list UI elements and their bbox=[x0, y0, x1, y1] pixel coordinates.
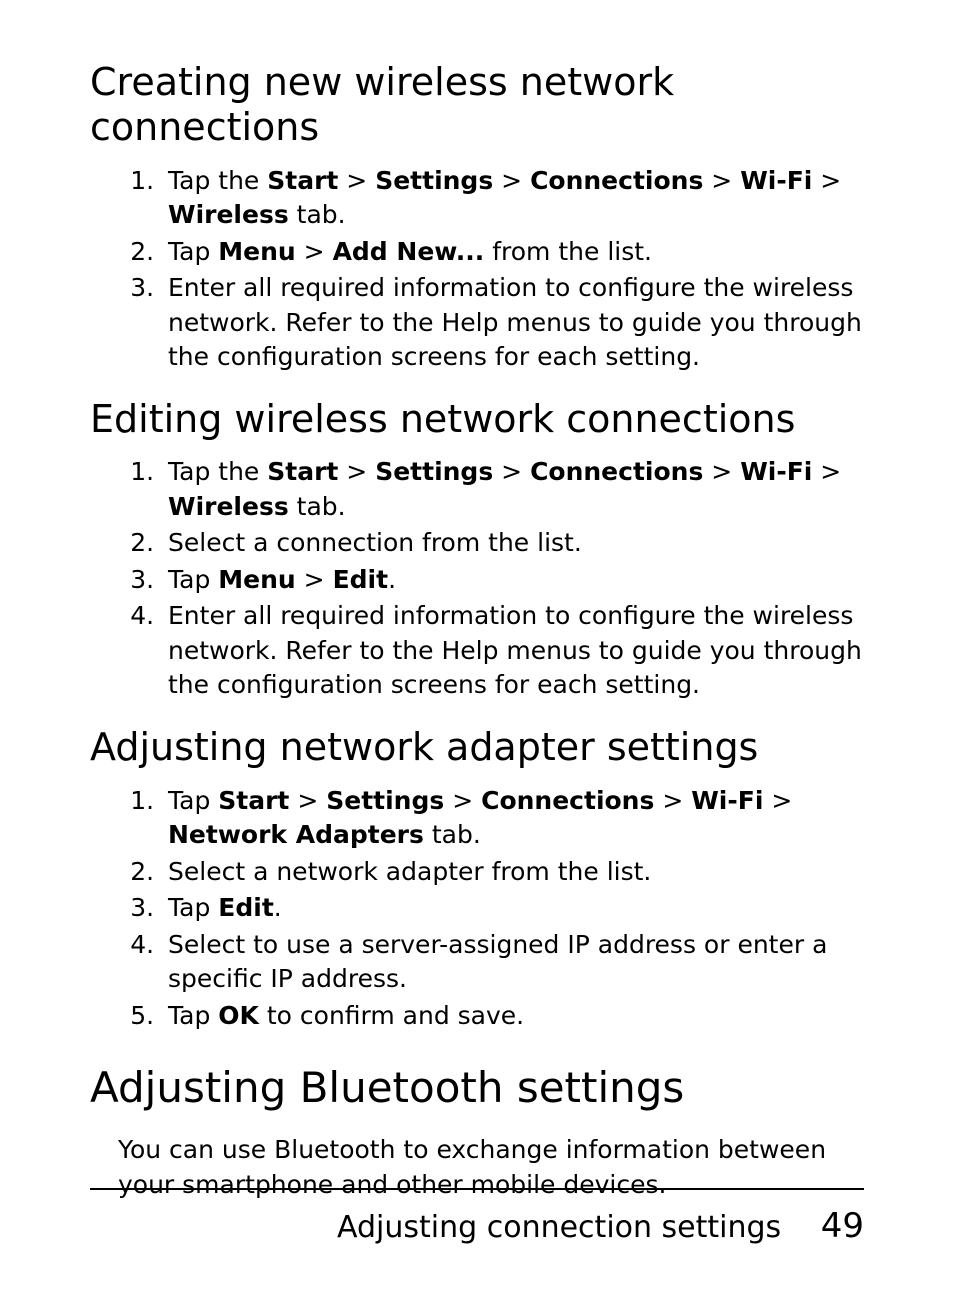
text: to confirm and save. bbox=[259, 1001, 524, 1030]
text: > bbox=[338, 457, 375, 486]
text: > bbox=[296, 565, 333, 594]
text: > bbox=[338, 166, 375, 195]
ordered-list: Tap the Start > Settings > Connections >… bbox=[90, 455, 864, 703]
bold-text: Start bbox=[218, 786, 289, 815]
bold-text: Settings bbox=[375, 457, 493, 486]
list-item: Tap Edit. bbox=[162, 891, 864, 926]
text: Enter all required information to config… bbox=[168, 601, 862, 699]
bold-text: Connections bbox=[530, 457, 703, 486]
bold-text: Connections bbox=[481, 786, 654, 815]
ordered-list: Tap Start > Settings > Connections > Wi-… bbox=[90, 784, 864, 1034]
bold-text: Settings bbox=[375, 166, 493, 195]
list-item: Tap the Start > Settings > Connections >… bbox=[162, 164, 864, 233]
text: Tap bbox=[168, 237, 218, 266]
page: Creating new wireless network connection… bbox=[0, 0, 954, 1316]
bold-text: Connections bbox=[530, 166, 703, 195]
ordered-list: Tap the Start > Settings > Connections >… bbox=[90, 164, 864, 375]
text: . bbox=[388, 565, 396, 594]
list-item: Enter all required information to config… bbox=[162, 599, 864, 703]
bold-text: Menu bbox=[218, 237, 295, 266]
list-item: Enter all required information to config… bbox=[162, 271, 864, 375]
text: > bbox=[493, 457, 530, 486]
text: Select a connection from the list. bbox=[168, 528, 582, 557]
text: tab. bbox=[424, 820, 481, 849]
bold-text: Wireless bbox=[168, 200, 289, 229]
page-footer: Adjusting connection settings 49 bbox=[90, 1188, 864, 1246]
text: > bbox=[654, 786, 691, 815]
text: Tap the bbox=[168, 457, 267, 486]
text: > bbox=[703, 457, 740, 486]
text: > bbox=[296, 237, 333, 266]
text: > bbox=[812, 166, 841, 195]
list-item: Select a network adapter from the list. bbox=[162, 855, 864, 890]
section-heading: Creating new wireless network connection… bbox=[90, 60, 864, 150]
text: Tap the bbox=[168, 166, 267, 195]
text: > bbox=[763, 786, 792, 815]
bold-text: Wi-Fi bbox=[691, 786, 763, 815]
bold-text: Add New... bbox=[333, 237, 485, 266]
bold-text: Edit bbox=[333, 565, 389, 594]
footer-title: Adjusting connection settings bbox=[337, 1210, 781, 1245]
text: Select to use a server-assigned IP addre… bbox=[168, 930, 827, 994]
bold-text: Edit bbox=[218, 893, 274, 922]
text: > bbox=[289, 786, 326, 815]
list-item: Tap Start > Settings > Connections > Wi-… bbox=[162, 784, 864, 853]
section-heading: Adjusting Bluetooth settings bbox=[90, 1063, 864, 1113]
text: . bbox=[274, 893, 282, 922]
bold-text: Wi-Fi bbox=[740, 457, 812, 486]
text: tab. bbox=[289, 492, 346, 521]
bold-text: Start bbox=[267, 457, 338, 486]
bold-text: Start bbox=[267, 166, 338, 195]
bold-text: Wi-Fi bbox=[740, 166, 812, 195]
text: tab. bbox=[289, 200, 346, 229]
bold-text: Wireless bbox=[168, 492, 289, 521]
text: > bbox=[444, 786, 481, 815]
list-item: Tap Menu > Add New... from the list. bbox=[162, 235, 864, 270]
list-item: Select a connection from the list. bbox=[162, 526, 864, 561]
page-content: Creating new wireless network connection… bbox=[90, 60, 864, 1202]
bold-text: Network Adapters bbox=[168, 820, 424, 849]
text: Tap bbox=[168, 1001, 218, 1030]
text: > bbox=[703, 166, 740, 195]
list-item: Tap the Start > Settings > Connections >… bbox=[162, 455, 864, 524]
text: Enter all required information to config… bbox=[168, 273, 862, 371]
section-heading: Adjusting network adapter settings bbox=[90, 725, 864, 770]
text: > bbox=[493, 166, 530, 195]
text: Select a network adapter from the list. bbox=[168, 857, 651, 886]
section-heading: Editing wireless network connections bbox=[90, 397, 864, 442]
list-item: Tap OK to confirm and save. bbox=[162, 999, 864, 1034]
list-item: Tap Menu > Edit. bbox=[162, 563, 864, 598]
bold-text: OK bbox=[218, 1001, 259, 1030]
list-item: Select to use a server-assigned IP addre… bbox=[162, 928, 864, 997]
text: Tap bbox=[168, 893, 218, 922]
text: from the list. bbox=[484, 237, 652, 266]
footer-page-number: 49 bbox=[821, 1206, 864, 1246]
text: Tap bbox=[168, 565, 218, 594]
text: Tap bbox=[168, 786, 218, 815]
bold-text: Settings bbox=[326, 786, 444, 815]
bold-text: Menu bbox=[218, 565, 295, 594]
text: > bbox=[812, 457, 841, 486]
